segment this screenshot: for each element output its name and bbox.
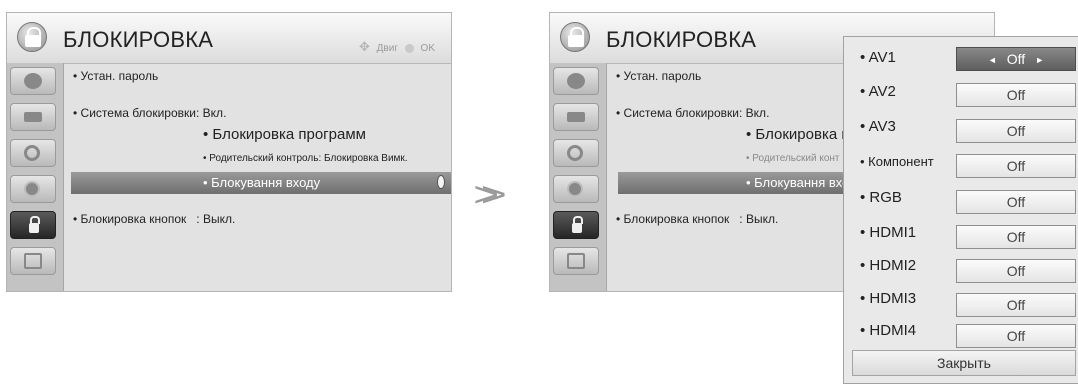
arrow-left-icon[interactable]: ◄	[988, 55, 997, 65]
arrow-right-icon[interactable]: ►	[1035, 55, 1044, 65]
input-row-av3[interactable]: • AV3 Off	[844, 114, 1078, 150]
lock-menu-left: БЛОКИРОВКА ✥ Двиг OK • Устан. пароль • С…	[6, 12, 452, 292]
menu-item-key-lock[interactable]: • Блокировка кнопок : Выкл.	[73, 212, 235, 226]
sidebar-item-time[interactable]	[553, 175, 599, 203]
input-row-hdmi2[interactable]: • HDMI2 Off	[844, 252, 1078, 288]
sidebar-item-option[interactable]	[553, 247, 599, 275]
menu-item-set-password[interactable]: • Устан. пароль	[616, 69, 701, 83]
input-value-selector[interactable]: Off	[956, 190, 1076, 214]
menu-item-block-programs[interactable]: • Блокировка п	[746, 126, 849, 143]
menu-item-block-programs[interactable]: • Блокировка программ	[203, 126, 366, 143]
key-lock-value: : Выкл.	[739, 212, 779, 226]
key-lock-value: : Выкл.	[196, 212, 236, 226]
input-block-popup: • AV1 ◄ Off ► • AV2 Off • AV3 Off • Компон…	[843, 36, 1078, 384]
input-row-av2[interactable]: • AV2 Off	[844, 79, 1078, 115]
input-label: • HDMI4	[860, 322, 917, 339]
input-value-selector[interactable]: Off	[956, 259, 1076, 283]
category-sidebar	[7, 63, 64, 291]
lock-system-label: • Система блокировки	[73, 106, 196, 120]
lock-system-separator: :	[738, 106, 743, 120]
option-icon	[24, 253, 42, 269]
hint-ok-label: OK	[420, 43, 435, 54]
menu-header: БЛОКИРОВКА ✥ Двиг OK	[7, 13, 451, 64]
hint-move-label: Двиг	[376, 43, 398, 54]
input-label: • RGB	[860, 189, 902, 206]
menu-item-input-block-selected[interactable]: • Блокування вхо	[618, 172, 850, 194]
sidebar-item-picture[interactable]	[10, 67, 56, 95]
clock-icon	[24, 181, 40, 197]
sidebar-item-option[interactable]	[10, 247, 56, 275]
lock-icon	[29, 216, 40, 233]
menu-item-lock-system[interactable]: • Система блокировки: Вкл.	[73, 106, 226, 120]
lock-badge-icon	[560, 22, 590, 52]
key-lock-label: • Блокировка кнопок	[616, 212, 730, 226]
menu-item-key-lock[interactable]: • Блокировка кнопок : Выкл.	[616, 212, 778, 226]
move-arrows-icon: ✥	[358, 39, 370, 54]
lock-badge-icon	[17, 22, 47, 52]
screen-icon	[567, 112, 585, 122]
input-value-selector[interactable]: Off	[956, 119, 1076, 143]
sidebar-item-audio[interactable]	[553, 139, 599, 167]
input-row-rgb[interactable]: • RGB Off	[844, 184, 1078, 220]
input-row-av1[interactable]: • AV1 ◄ Off ►	[844, 45, 1078, 81]
input-value-selector[interactable]: Off	[956, 225, 1076, 249]
input-block-label: • Блокування входу	[203, 175, 321, 190]
menu-item-input-block-selected[interactable]: • Блокування входу	[71, 172, 451, 194]
sidebar-item-lock[interactable]	[10, 211, 56, 239]
transition-arrow-icon: >>	[473, 176, 506, 214]
input-row-component[interactable]: • Компонент Off	[844, 149, 1078, 185]
sidebar-item-lock[interactable]	[553, 211, 599, 239]
dial-icon	[437, 175, 445, 189]
menu-item-set-password[interactable]: • Устан. пароль	[73, 69, 158, 83]
screen-icon	[24, 112, 42, 122]
category-sidebar	[550, 63, 607, 291]
lock-system-separator: :	[195, 106, 200, 120]
sidebar-item-audio[interactable]	[10, 139, 56, 167]
picture-icon	[24, 73, 42, 89]
close-button[interactable]: Закрыть	[852, 350, 1076, 376]
audio-icon	[567, 145, 583, 161]
input-label: • HDMI2	[860, 257, 917, 274]
menu-item-lock-system[interactable]: • Система блокировки: Вкл.	[616, 106, 769, 120]
input-value-selector[interactable]: Off	[956, 154, 1076, 178]
menu-title: БЛОКИРОВКА	[63, 27, 214, 52]
menu-item-parental-control[interactable]: • Родительский контроль: Блокировка Вимк…	[203, 153, 408, 164]
input-block-label: • Блокування вхо	[746, 175, 850, 190]
lock-system-value: Вкл.	[202, 106, 227, 120]
sidebar-item-picture[interactable]	[553, 67, 599, 95]
navigation-hints: ✥ Двиг OK	[355, 39, 435, 55]
menu-title: БЛОКИРОВКА	[606, 27, 757, 52]
menu-item-parental-control[interactable]: • Родительский конт	[746, 153, 840, 164]
lock-system-label: • Система блокировки	[616, 106, 739, 120]
sidebar-item-screen[interactable]	[10, 103, 56, 131]
input-value-selector[interactable]: ◄ Off ►	[956, 47, 1076, 71]
input-row-hdmi1[interactable]: • HDMI1 Off	[844, 219, 1078, 255]
input-label: • HDMI1	[860, 224, 917, 241]
input-label: • AV2	[860, 83, 896, 100]
audio-icon	[24, 145, 40, 161]
input-value-selector[interactable]: Off	[956, 293, 1076, 317]
lock-icon	[572, 216, 583, 233]
option-icon	[567, 253, 585, 269]
input-label: • Компонент	[860, 154, 934, 169]
input-label: • AV3	[860, 118, 896, 135]
key-lock-label: • Блокировка кнопок	[73, 212, 187, 226]
input-value-selector[interactable]: Off	[956, 324, 1076, 348]
picture-icon	[567, 73, 585, 89]
input-value-selector[interactable]: Off	[956, 83, 1076, 107]
input-value: Off	[1006, 51, 1026, 67]
clock-icon	[567, 181, 583, 197]
input-label: • HDMI3	[860, 290, 917, 307]
ok-button-icon	[404, 43, 414, 53]
sidebar-item-screen[interactable]	[553, 103, 599, 131]
input-label: • AV1	[860, 49, 896, 66]
lock-system-value: Вкл.	[745, 106, 770, 120]
sidebar-item-time[interactable]	[10, 175, 56, 203]
input-row-hdmi4[interactable]: • HDMI4 Off	[844, 316, 1078, 352]
